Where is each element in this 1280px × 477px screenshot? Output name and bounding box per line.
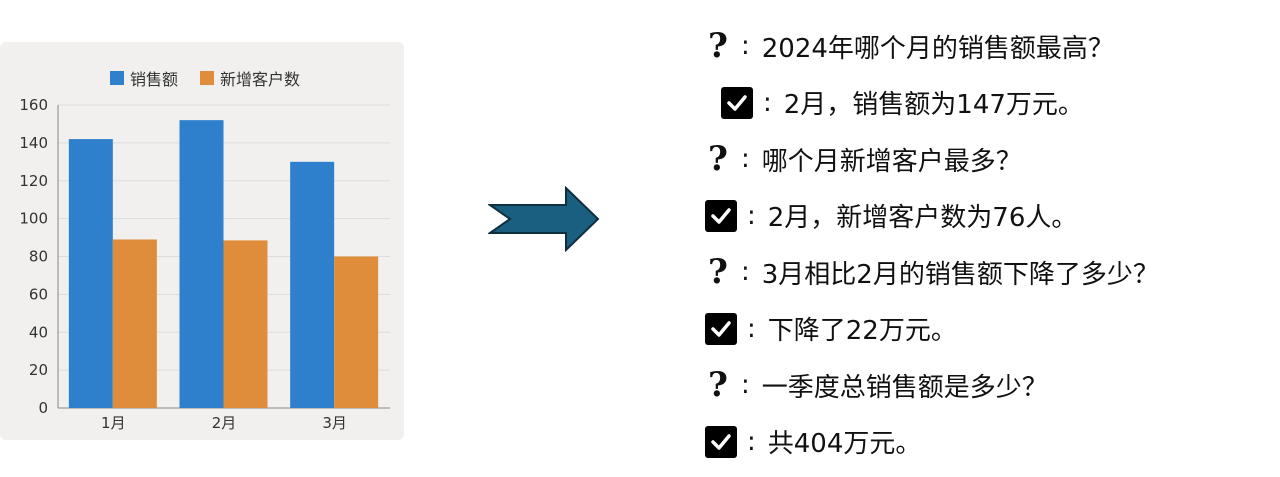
y-tick-label: 40 — [29, 323, 48, 341]
qa-answer-3: : 下降了22万元。 — [705, 301, 1265, 358]
qa-question-4: ? : 一季度总销售额是多少？ — [705, 357, 1265, 414]
y-tick-label: 0 — [38, 399, 48, 417]
bar-new-customers — [223, 240, 268, 408]
question-mark-icon: ? — [708, 252, 728, 293]
y-tick-label: 60 — [29, 285, 48, 303]
checkmark-icon — [721, 86, 753, 119]
y-tick-label: 20 — [29, 361, 48, 379]
qa-answer-4: : 共404万元。 — [705, 414, 1265, 471]
colon: : — [763, 87, 772, 118]
answer-text: 下降了22万元。 — [767, 316, 957, 347]
checkmark-icon — [705, 312, 737, 345]
y-tick-label: 160 — [19, 96, 48, 114]
question-mark-icon: ? — [708, 139, 728, 180]
question-text: 2024年哪个月的销售额最高？ — [761, 33, 1114, 64]
question-text: 哪个月新增客户最多？ — [761, 146, 1022, 177]
colon: : — [741, 144, 750, 175]
colon: : — [741, 370, 750, 401]
bar-new-customers — [112, 239, 157, 408]
chart-plot: 0 20 40 60 80 100 120 140 160 1月 2月 3月 — [19, 96, 390, 432]
answer-text: 2月，销售额为147万元。 — [783, 90, 1084, 121]
qa-answer-2: : 2月，新增客户数为76人。 — [705, 188, 1265, 245]
x-tick-label: 2月 — [212, 414, 237, 432]
checkmark-icon — [705, 199, 737, 232]
qa-question-3: ? : 3月相比2月的销售额下降了多少？ — [705, 244, 1265, 301]
qa-list: ? : 2024年哪个月的销售额最高？ : 2月，销售额为147万元。 ? : … — [705, 18, 1265, 470]
bar-sales — [179, 120, 224, 409]
qa-question-2: ? : 哪个月新增客户最多？ — [705, 131, 1265, 188]
question-mark-icon: ? — [708, 365, 728, 406]
answer-text: 共404万元。 — [767, 429, 922, 460]
bar-chart-panel: 销售额 新增客户数 0 20 40 60 80 100 120 140 160 1月 2月 3月 — [0, 42, 404, 440]
y-tick-label: 80 — [29, 248, 48, 266]
question-mark-icon: ? — [708, 26, 728, 67]
y-tick-label: 100 — [19, 210, 48, 228]
colon: : — [747, 200, 756, 231]
colon: : — [741, 257, 750, 288]
right-arrow-icon — [488, 186, 600, 252]
bar-new-customers — [334, 256, 379, 408]
colon: : — [747, 313, 756, 344]
x-tick-label: 3月 — [322, 414, 347, 432]
question-text: 3月相比2月的销售额下降了多少？ — [761, 259, 1159, 290]
bar-sales — [68, 139, 113, 408]
checkmark-icon — [705, 425, 737, 458]
y-tick-label: 120 — [19, 172, 48, 190]
colon: : — [741, 31, 750, 62]
colon: : — [747, 426, 756, 457]
qa-question-1: ? : 2024年哪个月的销售额最高？ — [705, 18, 1265, 75]
answer-text: 2月，新增客户数为76人。 — [767, 203, 1078, 234]
y-tick-label: 140 — [19, 134, 48, 152]
qa-answer-1: : 2月，销售额为147万元。 — [705, 75, 1265, 132]
bar-sales — [290, 161, 335, 408]
question-text: 一季度总销售额是多少？ — [761, 372, 1048, 403]
x-tick-label: 1月 — [101, 414, 126, 432]
